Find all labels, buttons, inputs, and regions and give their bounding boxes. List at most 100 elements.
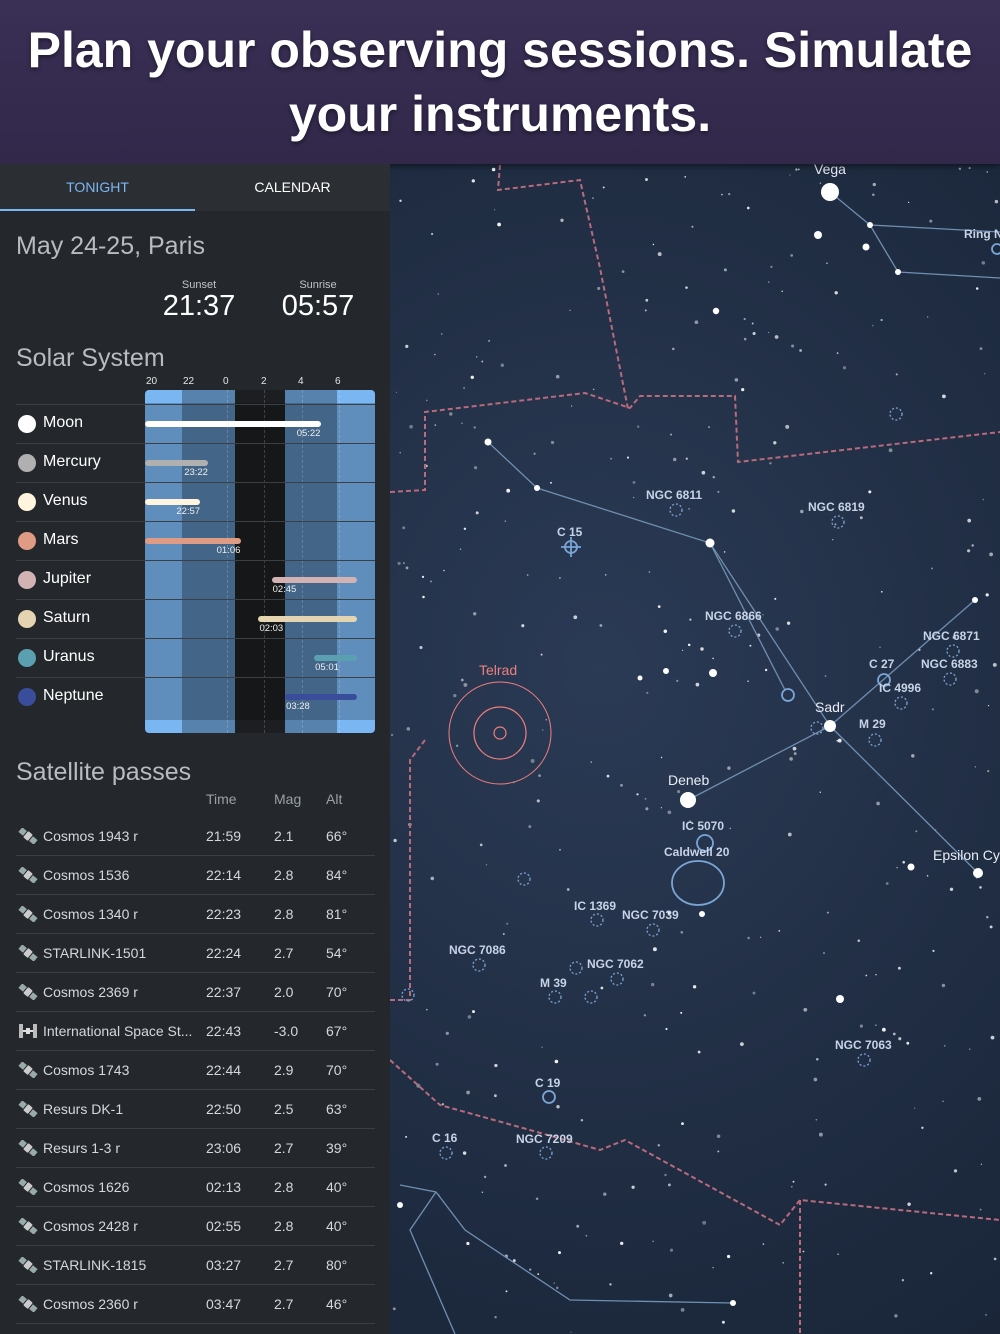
satellite-row[interactable]: Cosmos 1626 02:13 2.8 40° (16, 1168, 375, 1207)
label-c19[interactable]: C 19 (535, 1076, 560, 1090)
star (958, 167, 962, 170)
satellite-row[interactable]: Cosmos 2369 r 22:37 2.0 70° (16, 973, 375, 1012)
star (632, 480, 636, 484)
satellite-row[interactable]: Cosmos 1536 22:14 2.8 84° (16, 856, 375, 895)
star (836, 352, 839, 354)
label-c16[interactable]: C 16 (432, 1131, 457, 1145)
label-m29[interactable]: M 29 (859, 717, 886, 731)
satellite-row[interactable]: STARLINK-1815 03:27 2.7 80° (16, 1246, 375, 1285)
star (695, 682, 700, 687)
star (475, 511, 479, 515)
star (466, 1090, 470, 1095)
star (730, 1300, 736, 1306)
star (769, 462, 772, 465)
planet-row-3[interactable]: Mars (16, 521, 375, 561)
label-epsilon-cygni[interactable]: Epsilon Cy (933, 847, 1000, 863)
label-ic1369[interactable]: IC 1369 (574, 899, 616, 913)
star (967, 518, 972, 523)
star (787, 832, 792, 837)
planet-row-0[interactable]: Moon (16, 404, 375, 444)
planet-row-4[interactable]: Jupiter (16, 560, 375, 600)
star (894, 1314, 898, 1318)
star (834, 291, 838, 295)
planet-row-1[interactable]: Mercury (16, 443, 375, 483)
star (986, 171, 988, 173)
star (481, 360, 484, 363)
satellite-row[interactable]: Cosmos 2360 r 03:47 2.7 46° (16, 1285, 375, 1324)
planet-row-5[interactable]: Saturn (16, 599, 375, 639)
star (770, 265, 773, 269)
star (729, 827, 732, 830)
planet-icon (18, 454, 36, 472)
satellite-passes-title: Satellite passes (16, 758, 192, 786)
star (493, 208, 496, 211)
planet-row-7[interactable]: Neptune (16, 677, 375, 717)
star (731, 509, 736, 513)
label-c15[interactable]: C 15 (557, 525, 582, 539)
planet-name: Moon (43, 414, 84, 431)
label-ic5070[interactable]: IC 5070 (682, 819, 724, 833)
satellite-row[interactable]: Cosmos 2428 r 02:55 2.8 40° (16, 1207, 375, 1246)
star (762, 1243, 765, 1245)
satellite-mag: 2.8 (274, 867, 294, 883)
satellite-mag: 2.8 (274, 1179, 294, 1195)
star (906, 1041, 910, 1045)
satellite-mag: 2.7 (274, 945, 294, 961)
label-ngc6811[interactable]: NGC 6811 (646, 488, 702, 502)
planet-row-2[interactable]: Venus (16, 482, 375, 522)
satellite-alt: 46° (326, 1296, 348, 1312)
label-ring-nebula[interactable]: Ring N (964, 227, 1000, 241)
label-ngc6883[interactable]: NGC 6883 (921, 657, 978, 671)
label-m39[interactable]: M 39 (540, 976, 567, 990)
star (802, 1250, 805, 1253)
star (743, 317, 746, 321)
satellite-row[interactable]: International Space St... 22:43 -3.0 67° (16, 1012, 375, 1051)
satellite-row[interactable]: Resurs DK-1 22:50 2.5 63° (16, 1090, 375, 1129)
satellite-row[interactable]: Cosmos 1340 r 22:23 2.8 81° (16, 895, 375, 934)
label-ngc6871[interactable]: NGC 6871 (923, 629, 980, 643)
satellite-row[interactable]: STARLINK-1501 22:24 2.7 54° (16, 934, 375, 973)
label-sadr[interactable]: Sadr (815, 699, 845, 715)
star (504, 1164, 507, 1167)
satellite-row[interactable]: Cosmos 1743 22:44 2.9 70° (16, 1051, 375, 1090)
star (688, 508, 690, 510)
star (983, 372, 986, 375)
star (605, 574, 607, 576)
star (968, 1048, 971, 1050)
label-c27[interactable]: C 27 (869, 657, 894, 671)
star (393, 838, 397, 843)
label-ngc6819[interactable]: NGC 6819 (808, 500, 865, 514)
star (462, 1151, 467, 1155)
star (702, 1220, 707, 1225)
star (712, 307, 720, 315)
star (540, 653, 543, 656)
star (980, 1163, 983, 1165)
star (672, 347, 675, 351)
star (535, 1197, 539, 1200)
label-ngc6866[interactable]: NGC 6866 (705, 609, 762, 623)
star (932, 949, 935, 953)
tab-tonight[interactable]: TONIGHT (0, 164, 195, 211)
satellite-row[interactable]: Cosmos 1943 r 21:59 2.1 66° (16, 817, 375, 856)
star (395, 391, 398, 394)
label-ngc7063[interactable]: NGC 7063 (835, 1038, 892, 1052)
hour-label: 22 (183, 376, 195, 387)
star (993, 1257, 997, 1261)
label-caldwell20[interactable]: Caldwell 20 (664, 845, 729, 859)
tab-calendar[interactable]: CALENDAR (195, 164, 390, 211)
star (403, 562, 405, 564)
star (880, 318, 883, 322)
label-ic4996[interactable]: IC 4996 (879, 681, 921, 695)
label-ngc7062[interactable]: NGC 7062 (587, 957, 644, 971)
label-ngc7039[interactable]: NGC 7039 (622, 908, 679, 922)
label-ngc7086[interactable]: NGC 7086 (449, 943, 506, 957)
satellite-icon (18, 1257, 38, 1273)
label-deneb[interactable]: Deneb (668, 772, 709, 788)
star (768, 331, 770, 334)
satellite-row[interactable]: Resurs 1-3 r 23:06 2.7 39° (16, 1129, 375, 1168)
planet-row-6[interactable]: Uranus (16, 638, 375, 678)
star (597, 286, 601, 290)
label-ngc7209[interactable]: NGC 7209 (516, 1132, 573, 1146)
label-telrad[interactable]: Telrad (479, 662, 517, 678)
satellite-icon (18, 1140, 38, 1156)
